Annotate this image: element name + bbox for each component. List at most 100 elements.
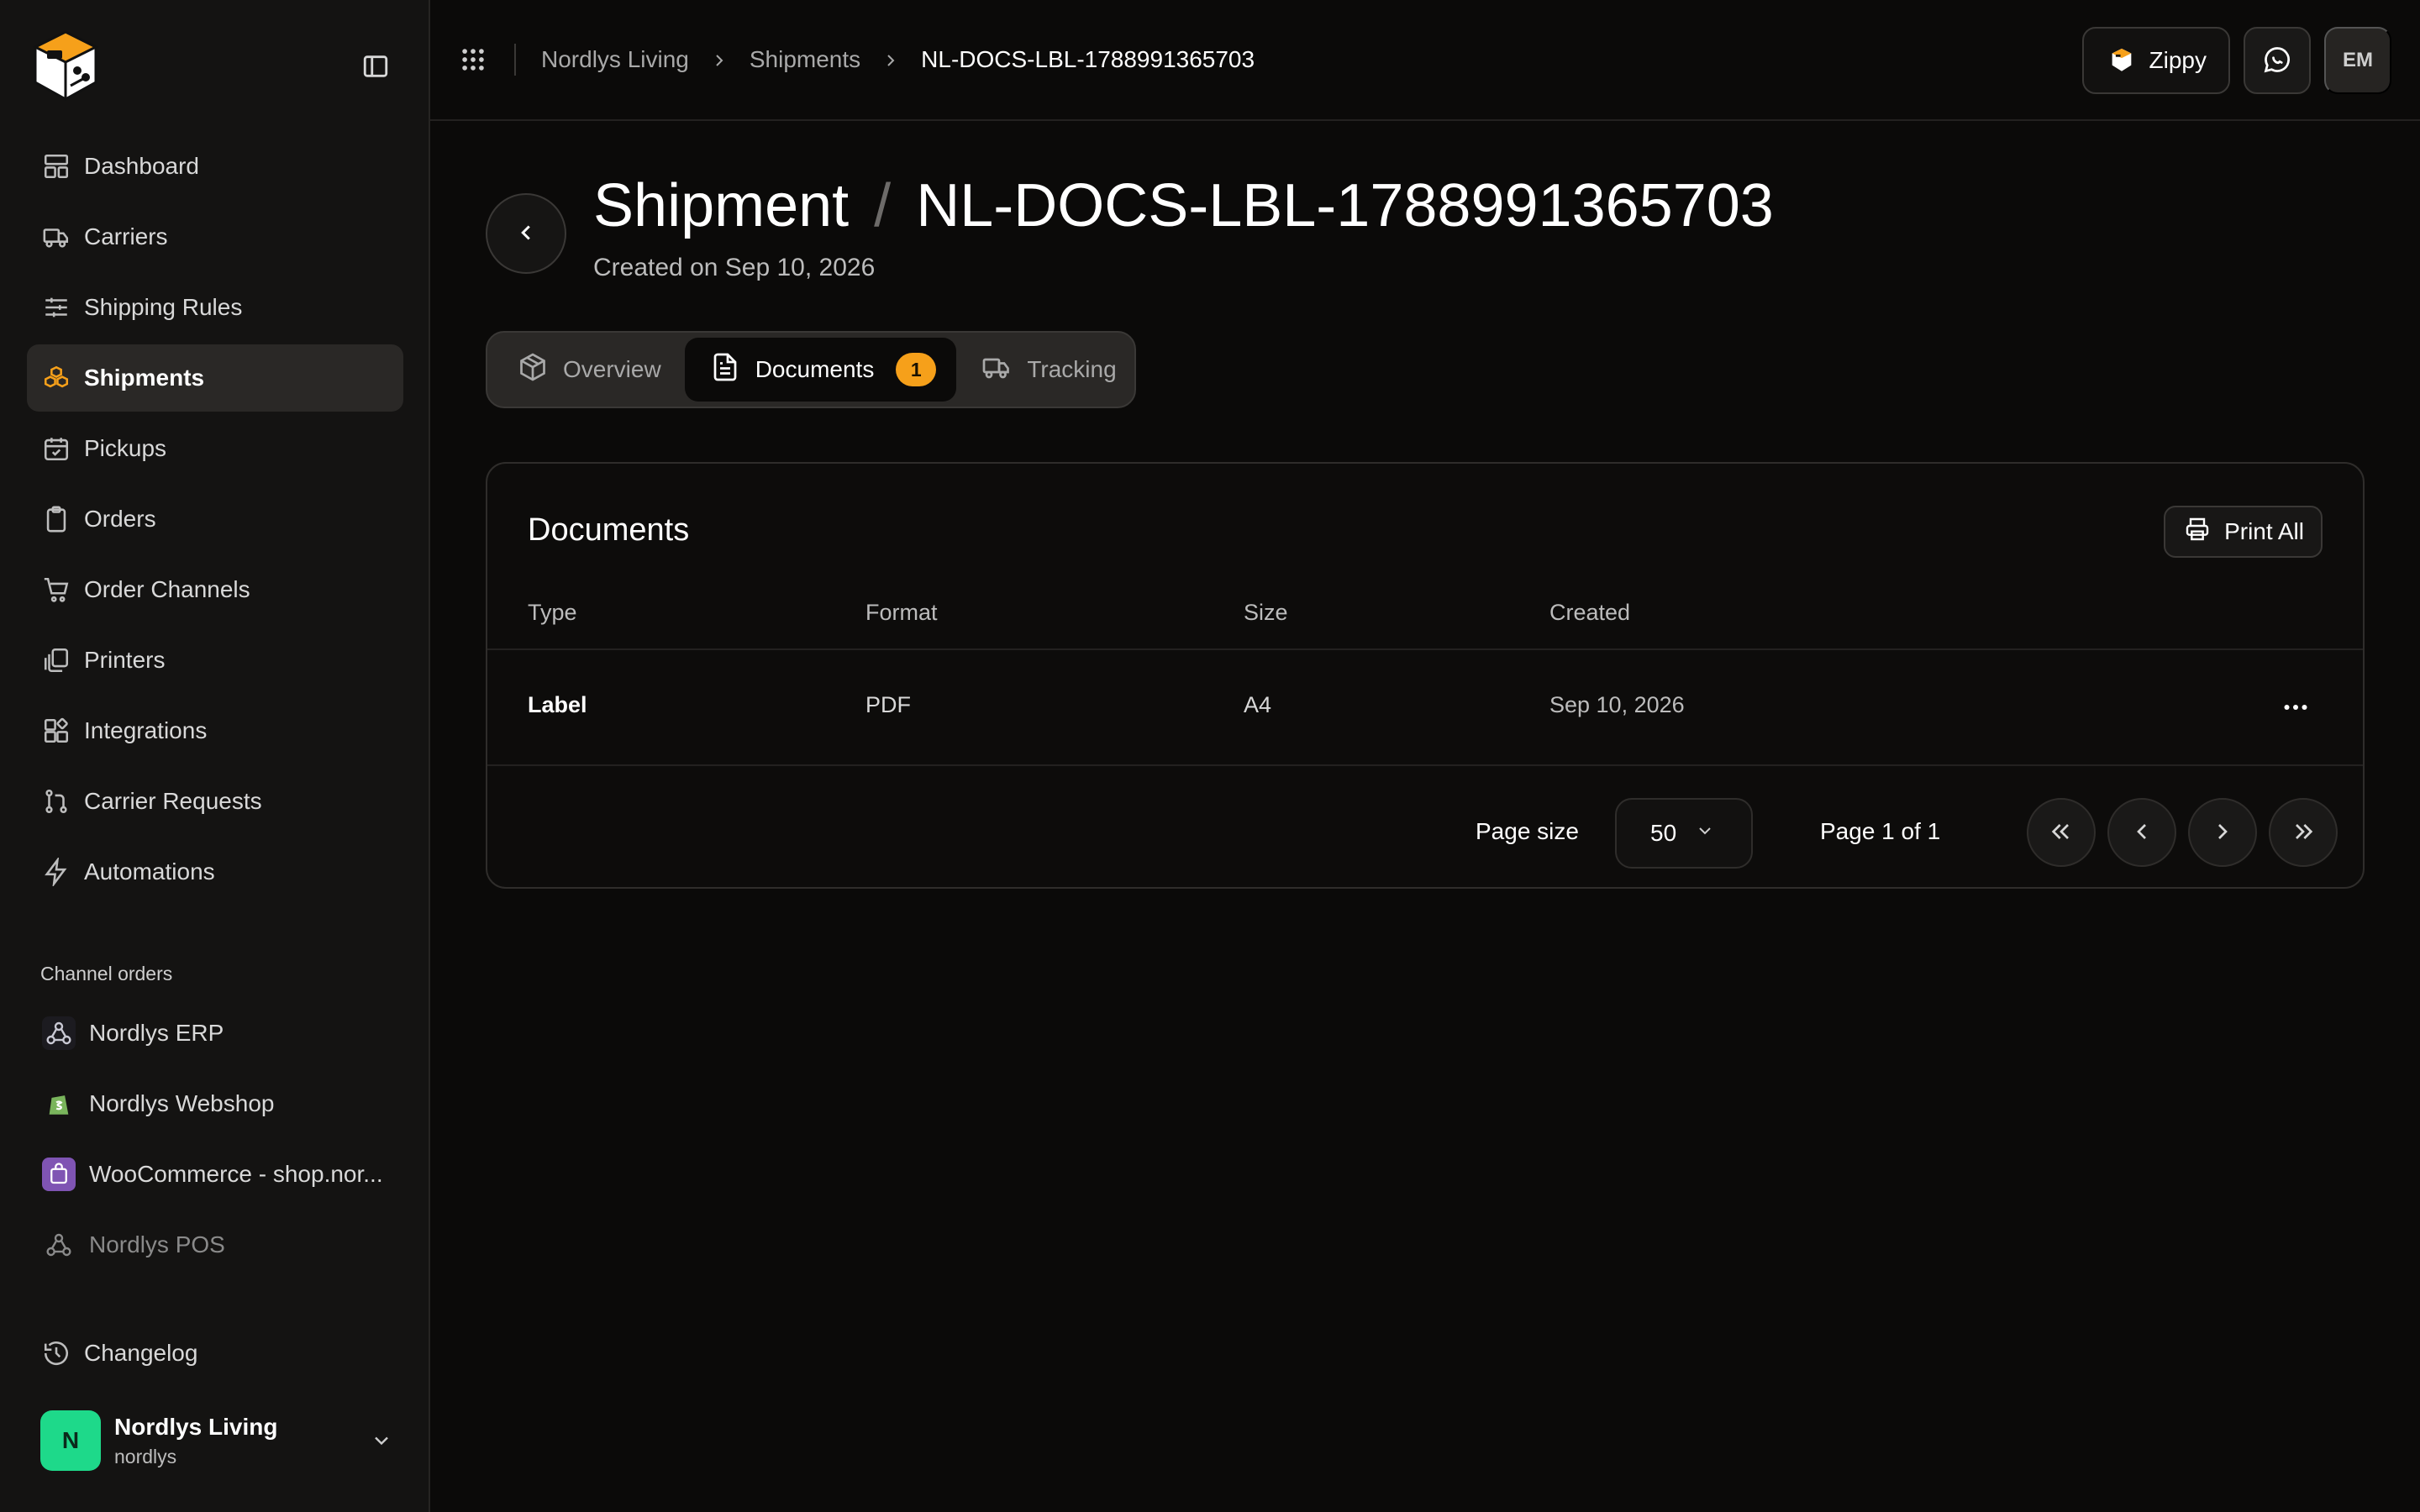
cell-format: PDF xyxy=(865,692,911,717)
sidebar-item-label: Integrations xyxy=(84,717,208,743)
title-separator: / xyxy=(874,172,892,239)
sidebar-item-shipments[interactable]: Shipments xyxy=(27,344,403,412)
woocommerce-icon xyxy=(42,1158,76,1191)
table-row[interactable]: Label PDF A4 Sep 10, 2026 xyxy=(487,650,2363,766)
chevron-down-icon xyxy=(1676,820,1715,847)
channel-label: Nordlys Webshop xyxy=(89,1090,275,1116)
chat-button[interactable] xyxy=(2244,27,2311,94)
apps-grid-icon[interactable] xyxy=(459,45,487,74)
avatar: N xyxy=(40,1410,101,1471)
sidebar-item-shipping-rules[interactable]: Shipping Rules xyxy=(27,274,403,341)
sidebar-item-label: Automations xyxy=(84,858,215,885)
last-page-button[interactable] xyxy=(2269,798,2338,867)
channel-item-nordlys-erp[interactable]: Nordlys ERP xyxy=(27,1000,403,1067)
sidebar-item-orders[interactable]: Orders xyxy=(27,486,403,553)
sidebar-item-label: Order Channels xyxy=(84,576,250,602)
tab-label: Overview xyxy=(563,356,661,382)
sidebar-item-label: Printers xyxy=(84,647,166,673)
user-avatar-button[interactable]: EM xyxy=(2324,27,2391,94)
zippy-button[interactable]: Zippy xyxy=(2081,27,2230,94)
sidebar-item-integrations[interactable]: Integrations xyxy=(27,697,403,764)
divider xyxy=(514,44,516,76)
package-icon xyxy=(518,352,563,388)
sidebar-item-pickups[interactable]: Pickups xyxy=(27,415,403,482)
dashboard-icon xyxy=(42,152,71,181)
tab-label: Tracking xyxy=(1027,356,1117,382)
column-header-size: Size xyxy=(1244,600,1288,625)
tab-overview[interactable]: Overview xyxy=(492,338,685,402)
shipment-id: NL-DOCS-LBL-1788991365703 xyxy=(916,172,1774,239)
history-icon xyxy=(42,1339,71,1368)
chevron-right-icon xyxy=(881,50,901,70)
account-switcher[interactable]: N Nordlys Living nordlys xyxy=(40,1410,393,1472)
tab-label: Documents xyxy=(755,356,875,382)
app-window: Dashboard Carriers Shipping Rules Shipme… xyxy=(0,0,2420,1512)
zippy-label: Zippy xyxy=(2149,47,2207,73)
next-page-button[interactable] xyxy=(2188,798,2257,867)
sliders-icon xyxy=(42,293,71,322)
channel-list: Nordlys ERP Nordlys Webshop WooCommerce … xyxy=(27,1000,403,1282)
tab-documents[interactable]: Documents 1 xyxy=(684,338,957,402)
sidebar-item-order-channels[interactable]: Order Channels xyxy=(27,556,403,623)
breadcrumb: Nordlys Living Shipments NL-DOCS-LBL-178… xyxy=(541,44,1255,76)
sidebar-item-printers[interactable]: Printers xyxy=(27,627,403,694)
pagination: Page size 50 Page 1 of 1 xyxy=(487,768,2363,889)
truck-icon xyxy=(42,223,71,251)
back-button[interactable] xyxy=(486,193,566,274)
channel-label: WooCommerce - shop.nor... xyxy=(89,1161,383,1187)
sidebar-toggle-icon[interactable] xyxy=(361,52,390,81)
channel-item-nordlys-webshop[interactable]: Nordlys Webshop xyxy=(27,1070,403,1137)
sidebar-item-changelog[interactable]: Changelog xyxy=(27,1320,403,1387)
sidebar-item-label: Orders xyxy=(84,506,156,532)
webhook-icon xyxy=(42,1228,76,1262)
account-name: Nordlys Living xyxy=(114,1413,278,1440)
chevrons-right-icon xyxy=(2290,818,2317,848)
documents-count-badge: 1 xyxy=(896,353,937,386)
zippy-logo-icon xyxy=(2107,46,2136,75)
boxes-icon xyxy=(42,364,71,392)
channel-label: Nordlys ERP xyxy=(89,1020,224,1046)
account-handle: nordlys xyxy=(114,1445,177,1467)
cell-created: Sep 10, 2026 xyxy=(1549,692,1685,717)
chevron-right-icon xyxy=(2209,818,2236,848)
printer-icon xyxy=(2184,516,2224,549)
sidebar-item-carrier-requests[interactable]: Carrier Requests xyxy=(27,768,403,835)
sidebar-item-label: Dashboard xyxy=(84,153,199,179)
bolt-icon xyxy=(42,856,71,888)
git-pull-icon xyxy=(42,787,71,816)
sidebar-item-label: Shipments xyxy=(84,365,205,391)
sidebar-item-carriers[interactable]: Carriers xyxy=(27,203,403,270)
print-all-button[interactable]: Print All xyxy=(2164,506,2323,558)
clipboard-icon xyxy=(42,505,71,533)
page-size-value: 50 xyxy=(1650,820,1677,846)
page-title-label: Shipment xyxy=(593,172,850,239)
sidebar: Dashboard Carriers Shipping Rules Shipme… xyxy=(0,0,430,1512)
documents-title: Documents xyxy=(528,512,690,548)
breadcrumb-item[interactable]: Shipments xyxy=(750,46,860,73)
more-horizontal-icon[interactable] xyxy=(2281,692,2311,722)
tab-tracking[interactable]: Tracking xyxy=(956,338,1139,402)
channel-item-woocommerce[interactable]: WooCommerce - shop.nor... xyxy=(27,1141,403,1208)
sidebar-nav: Dashboard Carriers Shipping Rules Shipme… xyxy=(27,133,403,909)
topbar: Nordlys Living Shipments NL-DOCS-LBL-178… xyxy=(430,0,2420,121)
page-title: Shipment / NL-DOCS-LBL-1788991365703 xyxy=(593,171,1774,240)
first-page-button[interactable] xyxy=(2027,798,2096,867)
main-content: Nordlys Living Shipments NL-DOCS-LBL-178… xyxy=(430,0,2420,1512)
chevron-down-icon xyxy=(370,1429,393,1452)
chevrons-left-icon xyxy=(2048,818,2075,848)
previous-page-button[interactable] xyxy=(2107,798,2176,867)
column-header-type: Type xyxy=(528,600,577,625)
app-logo[interactable] xyxy=(27,27,104,104)
sidebar-item-label: Changelog xyxy=(84,1340,198,1366)
channel-item-nordlys-pos[interactable]: Nordlys POS xyxy=(27,1211,403,1278)
cell-type: Label xyxy=(528,692,587,717)
page-size-select[interactable]: 50 xyxy=(1615,798,1753,869)
sidebar-item-automations[interactable]: Automations xyxy=(27,838,403,906)
chevron-left-icon xyxy=(513,220,539,248)
top-actions: Zippy EM xyxy=(2081,27,2391,94)
chevron-left-icon xyxy=(2128,818,2155,848)
sidebar-item-dashboard[interactable]: Dashboard xyxy=(27,133,403,200)
breadcrumb-item[interactable]: Nordlys Living xyxy=(541,46,689,73)
sidebar-item-label: Carrier Requests xyxy=(84,788,262,814)
chevron-right-icon xyxy=(709,50,729,70)
